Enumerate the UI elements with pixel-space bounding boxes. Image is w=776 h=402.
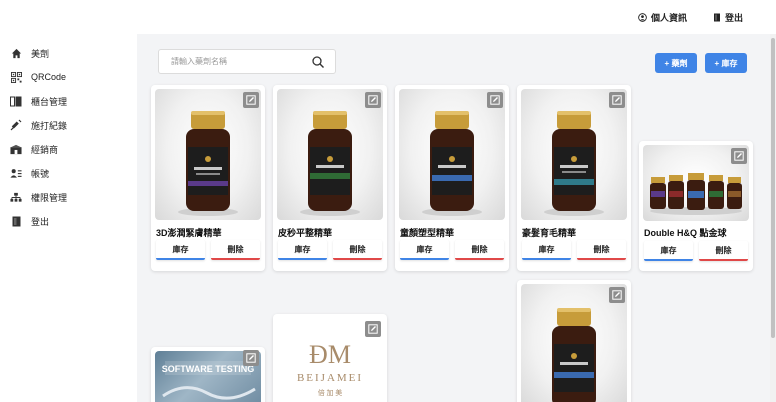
add-stock-button[interactable]: + 庫存 <box>705 53 747 73</box>
product-card: ÐM BEIJAMEI 倍 加 美 <box>273 314 387 402</box>
edit-icon[interactable] <box>243 92 259 108</box>
sidebar-item-accounts[interactable]: 帳號 <box>10 163 130 183</box>
sidebar-item-permissions[interactable]: 權限管理 <box>10 187 130 207</box>
delete-button[interactable]: 刪除 <box>211 240 260 260</box>
stock-button[interactable]: 庫存 <box>644 241 693 261</box>
edit-icon[interactable] <box>365 321 381 337</box>
edit-icon[interactable] <box>243 350 259 366</box>
sidebar-item-counter[interactable]: 櫃台管理 <box>10 91 130 111</box>
sidebar-item-label: 施打紀錄 <box>31 120 68 131</box>
syringe-icon <box>10 119 22 131</box>
sidebar-item-label: QRCode <box>31 72 67 82</box>
card-actions: 庫存 刪除 <box>156 240 260 260</box>
delete-button[interactable]: 刪除 <box>699 241 748 261</box>
edit-icon[interactable] <box>609 92 625 108</box>
card-actions: 庫存 刪除 <box>278 240 382 260</box>
product-name: 豪髮育毛精華 <box>522 228 577 238</box>
product-image <box>521 89 627 220</box>
product-card: 豪髮育毛精華 庫存 刪除 <box>517 85 631 271</box>
sidebar-item-label: 櫃台管理 <box>31 96 68 107</box>
sidebar-item-injection-records[interactable]: 施打紀錄 <box>10 115 130 135</box>
scrollbar-thumb[interactable] <box>771 38 775 338</box>
sitemap-icon <box>10 191 22 203</box>
counter-icon <box>10 95 22 107</box>
sidebar: 美劑 QRCode 櫃台管理 施打紀錄 經銷商 帳號 權限管理 登出 <box>0 34 136 402</box>
card-actions: 庫存 刪除 <box>522 240 626 260</box>
dealer-icon <box>10 143 22 155</box>
search-input[interactable] <box>159 50 299 73</box>
search-box <box>158 49 336 74</box>
product-card: Double H&Q 點金球 庫存 刪除 <box>639 141 753 271</box>
product-card: 童顏塑型精華 庫存 刪除 <box>395 85 509 271</box>
product-name: 3D澎潤緊膚精華 <box>156 228 222 238</box>
edit-icon[interactable] <box>609 287 625 303</box>
product-card: SOFTWARE TESTING <box>151 347 265 402</box>
main-content: + 藥劑 + 庫存 3D澎潤緊膚精華 庫存 刪除 <box>137 34 770 402</box>
sidebar-item-label: 權限管理 <box>31 192 68 203</box>
product-image <box>399 89 505 220</box>
sidebar-item-label: 帳號 <box>31 168 50 179</box>
product-name: Double H&Q 點金球 <box>644 228 727 238</box>
edit-icon[interactable] <box>487 92 503 108</box>
card-actions: 庫存 刪除 <box>644 241 748 261</box>
user-circle-icon <box>638 13 647 22</box>
svg-text:ÐM: ÐM <box>309 340 351 369</box>
product-card: 皮秒平整精華 庫存 刪除 <box>273 85 387 271</box>
card-actions: 庫存 刪除 <box>400 240 504 260</box>
logo-text: BEIJAMEI <box>297 372 363 384</box>
home-icon <box>10 47 22 59</box>
stock-button[interactable]: 庫存 <box>278 240 327 260</box>
qrcode-icon <box>10 71 22 83</box>
logout-icon <box>10 215 22 227</box>
stock-button[interactable]: 庫存 <box>156 240 205 260</box>
logout-link[interactable]: 登出 <box>712 11 743 24</box>
logo-subtext: 倍 加 美 <box>318 388 343 397</box>
logout-icon <box>712 13 721 22</box>
product-image <box>155 89 261 220</box>
scrollbar[interactable] <box>770 34 776 402</box>
product-image <box>277 89 383 220</box>
edit-icon[interactable] <box>365 92 381 108</box>
stock-button[interactable]: 庫存 <box>400 240 449 260</box>
logout-label: 登出 <box>725 13 744 23</box>
search-icon[interactable] <box>311 55 325 69</box>
sidebar-item-logout[interactable]: 登出 <box>10 211 130 231</box>
edit-icon[interactable] <box>731 148 747 164</box>
sidebar-item-drugs[interactable]: 美劑 <box>10 43 130 63</box>
delete-button[interactable]: 刪除 <box>333 240 382 260</box>
delete-button[interactable]: 刪除 <box>455 240 504 260</box>
profile-label: 個人資訊 <box>651 13 688 23</box>
top-bar: 個人資訊 登出 <box>0 0 776 34</box>
stock-button[interactable]: 庫存 <box>522 240 571 260</box>
add-drug-button[interactable]: + 藥劑 <box>655 53 697 73</box>
users-icon <box>10 167 22 179</box>
sidebar-item-label: 登出 <box>31 216 50 227</box>
sidebar-item-qrcode[interactable]: QRCode <box>10 67 130 87</box>
product-name: 童顏塑型精華 <box>400 228 455 238</box>
profile-link[interactable]: 個人資訊 <box>638 11 687 24</box>
product-card <box>517 280 631 402</box>
sidebar-item-label: 經銷商 <box>31 144 59 155</box>
sidebar-item-label: 美劑 <box>31 48 50 59</box>
product-name: 皮秒平整精華 <box>278 228 333 238</box>
delete-button[interactable]: 刪除 <box>577 240 626 260</box>
product-card: 3D澎潤緊膚精華 庫存 刪除 <box>151 85 265 271</box>
sidebar-item-dealers[interactable]: 經銷商 <box>10 139 130 159</box>
image-text: SOFTWARE TESTING <box>162 364 255 374</box>
